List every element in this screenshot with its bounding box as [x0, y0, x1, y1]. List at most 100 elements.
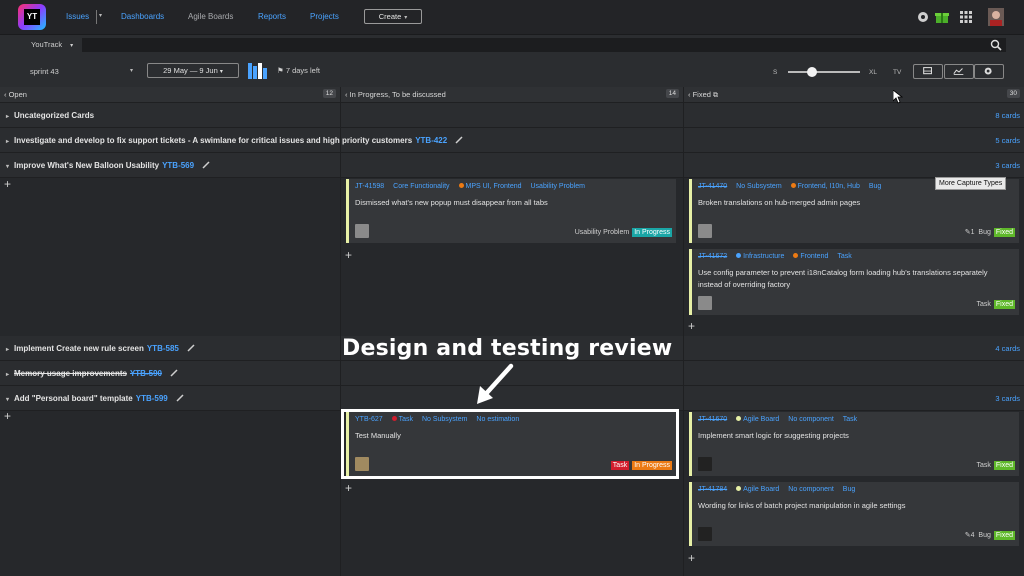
search-icon[interactable]: [990, 39, 1002, 51]
state-badge[interactable]: Fixed: [993, 461, 1015, 470]
swimlane-issue-link[interactable]: YTB-590: [130, 369, 162, 378]
card-size-slider-handle[interactable]: [807, 67, 817, 77]
report-button[interactable]: [944, 64, 974, 79]
issue-summary[interactable]: Dismissed what's new popup must disappea…: [355, 197, 655, 209]
issue-type-label: Bug: [978, 532, 991, 539]
state-badge[interactable]: Fixed: [993, 228, 1015, 237]
edit-pencil-icon[interactable]: [202, 161, 210, 169]
swimlane-issue-link[interactable]: YTB-585: [147, 344, 179, 353]
state-badge[interactable]: Fixed: [993, 531, 1015, 540]
expand-triangle-icon[interactable]: ▸: [6, 114, 9, 120]
collapse-chevron-icon[interactable]: ‹: [688, 90, 691, 99]
issue-type[interactable]: Task: [843, 416, 857, 423]
issue-subsystem[interactable]: Core Functionality: [393, 183, 449, 190]
search-context-select[interactable]: YouTrack ▾: [31, 40, 73, 49]
assignee-avatar[interactable]: [698, 296, 712, 310]
user-avatar[interactable]: [988, 8, 1004, 26]
issue-card[interactable]: JT-41784 Agile Board No component Bug Wo…: [689, 482, 1019, 546]
nav-issues[interactable]: Issues: [66, 12, 89, 21]
youtrack-logo[interactable]: YT: [18, 4, 46, 30]
issue-summary[interactable]: Broken translations on hub-merged admin …: [698, 197, 998, 209]
expand-triangle-icon[interactable]: ▸: [6, 372, 9, 378]
assignee-avatar[interactable]: [355, 224, 369, 238]
nav-projects[interactable]: Projects: [310, 12, 339, 21]
state-badge[interactable]: Fixed: [993, 300, 1015, 309]
nav-agile-boards[interactable]: Agile Boards: [188, 12, 233, 21]
issue-summary[interactable]: Use config parameter to prevent i18nCata…: [698, 267, 998, 291]
backlog-button[interactable]: [913, 64, 943, 79]
external-link-icon[interactable]: ⧉: [713, 92, 718, 99]
column-header-fixed[interactable]: ‹ Fixed ⧉ 30: [684, 87, 1024, 103]
expand-triangle-icon[interactable]: ▸: [6, 139, 9, 145]
date-range-caret-icon: ▾: [219, 69, 223, 75]
card-size-slider[interactable]: [788, 71, 860, 73]
issue-id-link[interactable]: JT-41670: [698, 416, 727, 423]
collapse-chevron-icon[interactable]: ‹: [345, 90, 348, 99]
assignee-avatar[interactable]: [698, 224, 712, 238]
edit-pencil-icon[interactable]: [455, 136, 463, 144]
issue-component[interactable]: Frontend: [800, 253, 828, 260]
search-input[interactable]: [82, 38, 1006, 52]
issue-id-link[interactable]: JT-41672: [698, 253, 727, 260]
issue-type[interactable]: Usability Problem: [531, 183, 585, 190]
swimlane-uncategorized[interactable]: ▸ Uncategorized Cards 8 cards: [0, 104, 1024, 128]
subsystem-dot-icon: [736, 253, 742, 258]
swimlane-issue-link[interactable]: YTB-569: [162, 161, 194, 170]
issue-component[interactable]: No component: [788, 486, 834, 493]
add-card-button[interactable]: +: [4, 178, 11, 190]
issue-subsystem[interactable]: Agile Board: [743, 416, 779, 423]
issue-card[interactable]: JT-41670 Agile Board No component Task I…: [689, 412, 1019, 476]
state-badge[interactable]: In Progress: [632, 228, 672, 237]
nav-dashboards[interactable]: Dashboards: [121, 12, 164, 21]
add-card-button[interactable]: +: [345, 249, 352, 261]
assignee-avatar[interactable]: [698, 527, 712, 541]
create-label: Create: [378, 12, 402, 21]
issue-id-link[interactable]: JT-41470: [698, 183, 727, 190]
issue-component[interactable]: Frontend, I10n, Hub: [798, 183, 860, 190]
collapse-triangle-icon[interactable]: ▾: [6, 164, 9, 170]
add-card-button[interactable]: +: [4, 410, 11, 422]
add-card-button[interactable]: +: [688, 552, 695, 564]
edit-pencil-icon[interactable]: [187, 344, 195, 352]
issue-component[interactable]: No component: [788, 416, 834, 423]
issue-subsystem[interactable]: Agile Board: [743, 486, 779, 493]
issue-summary[interactable]: Implement smart logic for suggesting pro…: [698, 430, 998, 442]
issue-summary[interactable]: Wording for links of batch project manip…: [698, 500, 998, 512]
gift-icon[interactable]: [935, 10, 949, 24]
collapse-chevron-icon[interactable]: ‹: [4, 90, 7, 99]
issue-type[interactable]: Task: [837, 253, 851, 260]
date-range-button[interactable]: 29 May — 9 Jun ▾: [147, 63, 239, 78]
edit-pencil-icon[interactable]: [176, 394, 184, 402]
collapse-triangle-icon[interactable]: ▾: [6, 397, 9, 403]
issue-id-link[interactable]: JT-41598: [355, 183, 384, 190]
issue-card[interactable]: JT-41672 Infrastructure Frontend Task Us…: [689, 249, 1019, 315]
apps-grid-icon[interactable]: [959, 10, 973, 24]
issue-subsystem[interactable]: Infrastructure: [743, 253, 784, 260]
issue-id-link[interactable]: JT-41784: [698, 486, 727, 493]
swimlane-issue-link[interactable]: YTB-599: [136, 394, 168, 403]
column-header-in-progress[interactable]: ‹ In Progress, To be discussed 14: [341, 87, 683, 103]
swimlane-issue-link[interactable]: YTB-422: [415, 136, 447, 145]
swimlane-ytb-569[interactable]: ▾ Improve What's New Balloon Usability YTB…: [0, 154, 1024, 178]
sprint-caret-icon[interactable]: ▾: [130, 67, 133, 74]
issues-dropdown-caret-icon[interactable]: ▾: [99, 12, 102, 19]
issue-type[interactable]: Bug: [869, 183, 881, 190]
issue-component[interactable]: MPS UI, Frontend: [466, 183, 522, 190]
settings-gear-icon[interactable]: [916, 10, 930, 24]
burndown-chart-icon[interactable]: [248, 63, 268, 79]
add-card-button[interactable]: +: [688, 320, 695, 332]
add-card-button[interactable]: +: [345, 482, 352, 494]
create-button[interactable]: Create ▾: [364, 9, 422, 24]
expand-triangle-icon[interactable]: ▸: [6, 347, 9, 353]
issue-card[interactable]: JT-41598 Core Functionality MPS UI, Fron…: [346, 179, 676, 243]
swimlane-ytb-422[interactable]: ▸ Investigate and develop to fix support …: [0, 129, 1024, 153]
column-header-open[interactable]: ‹ Open 12: [0, 87, 340, 103]
size-tv-label[interactable]: TV: [893, 69, 901, 76]
issue-subsystem[interactable]: No Subsystem: [736, 183, 782, 190]
nav-reports[interactable]: Reports: [258, 12, 286, 21]
issue-type[interactable]: Bug: [843, 486, 855, 493]
edit-pencil-icon[interactable]: [170, 369, 178, 377]
sprint-select[interactable]: sprint 43: [30, 67, 59, 76]
assignee-avatar[interactable]: [698, 457, 712, 471]
board-settings-button[interactable]: [974, 64, 1004, 79]
